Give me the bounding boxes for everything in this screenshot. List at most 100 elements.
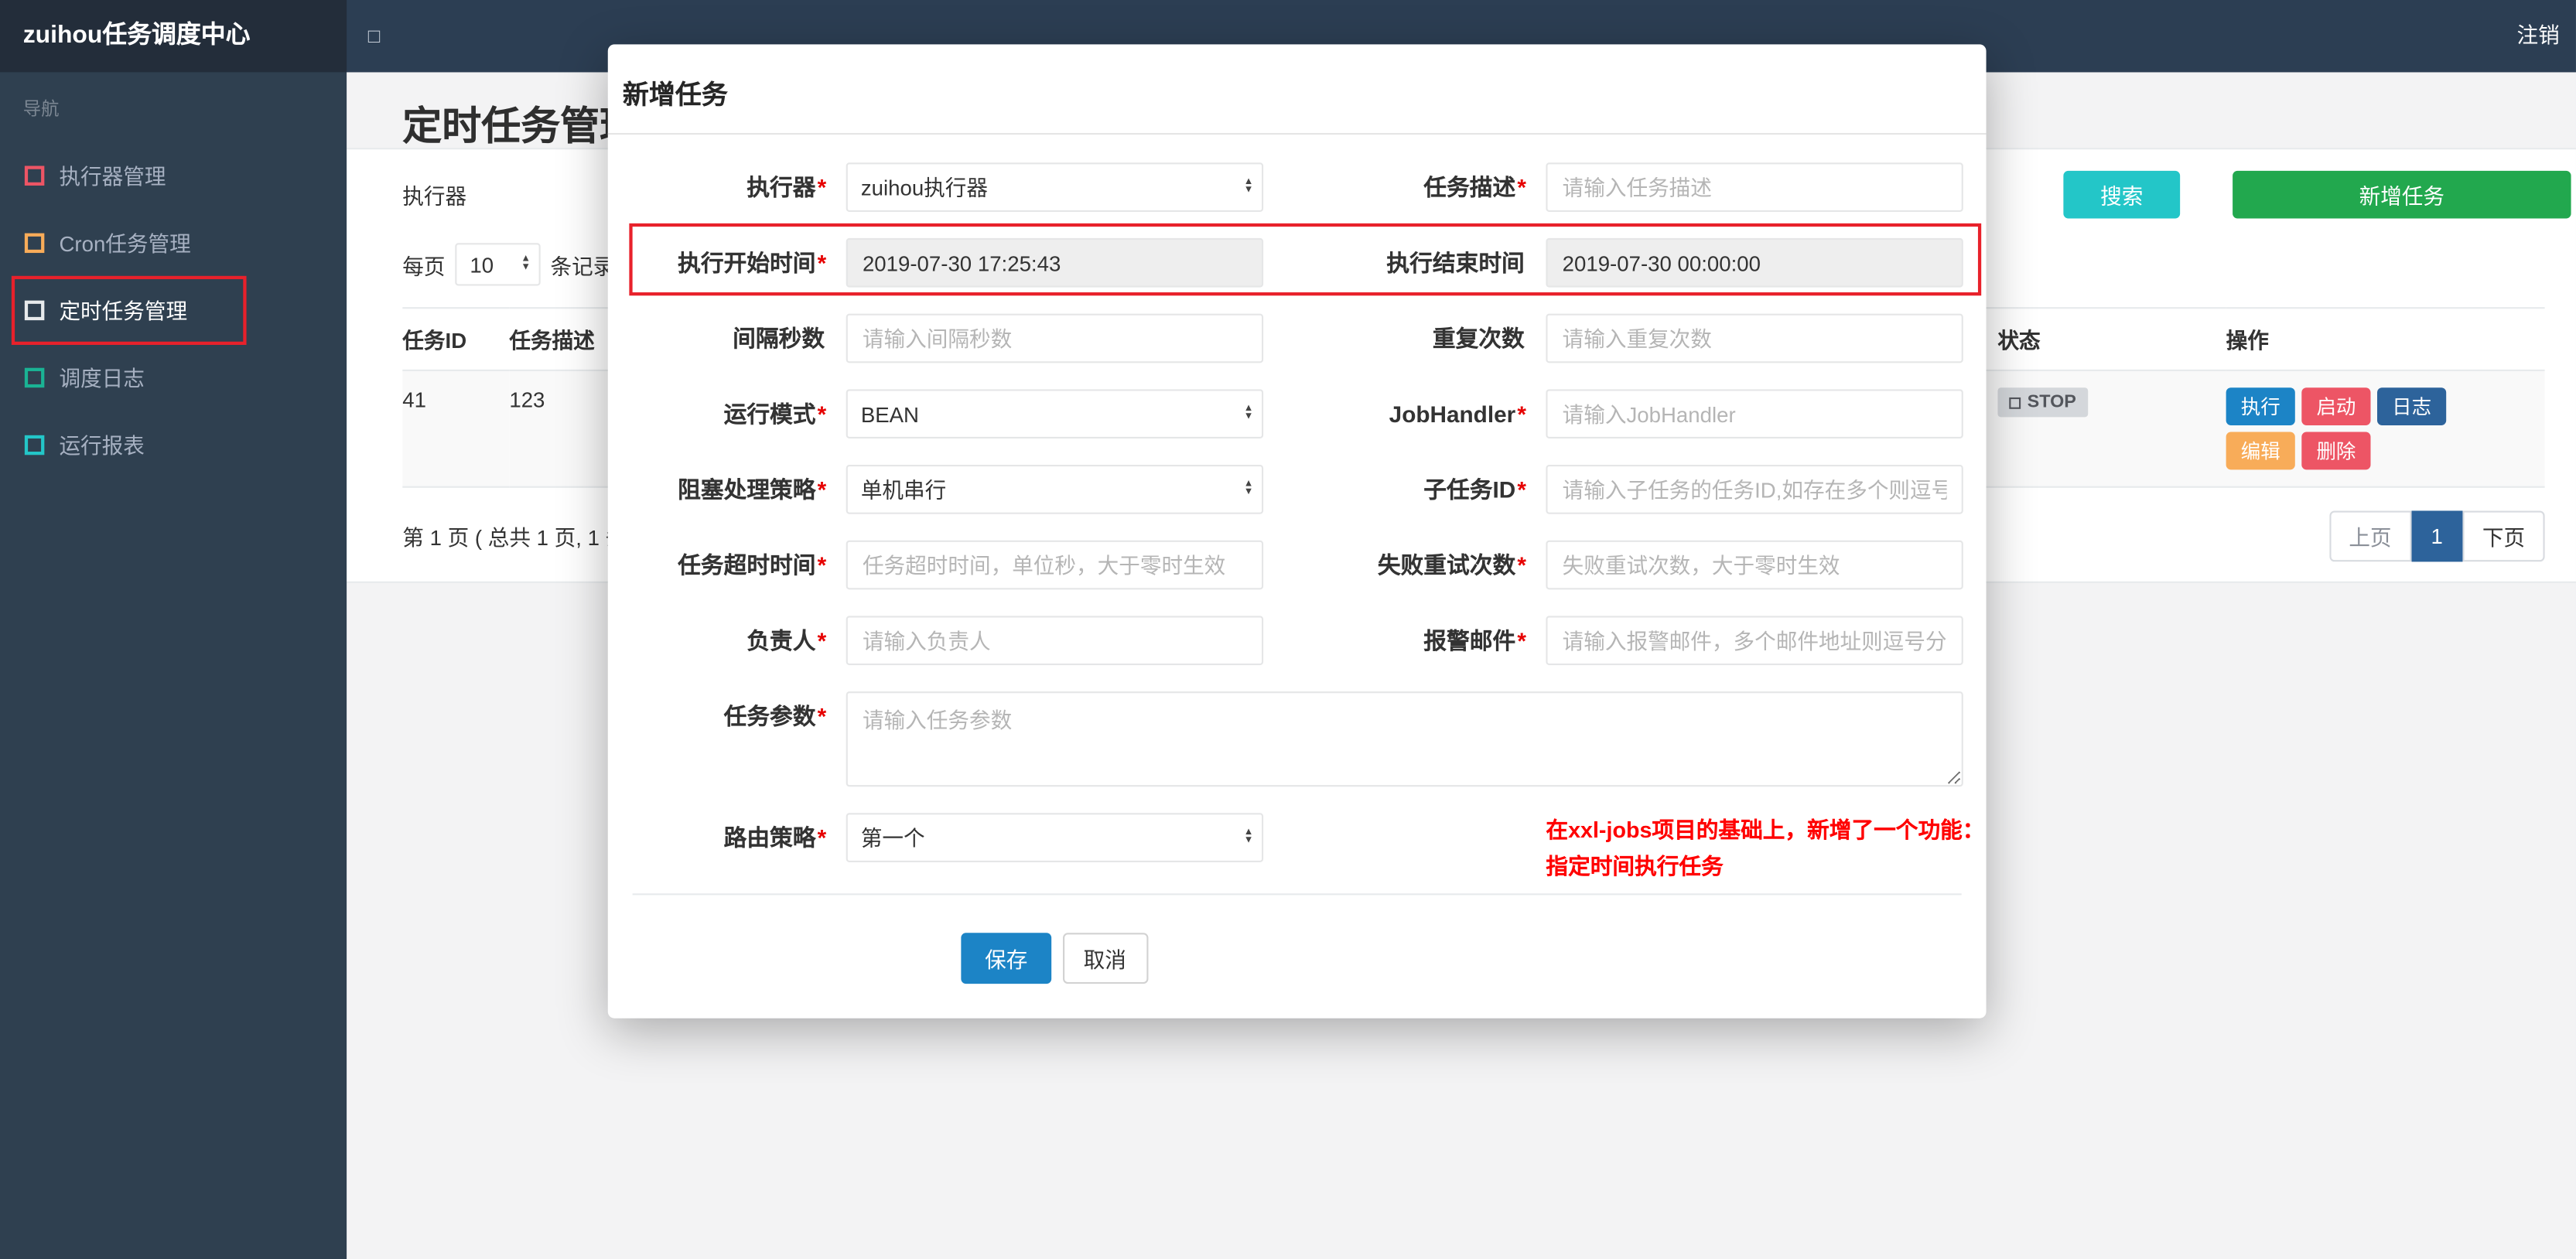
field-control <box>1546 465 1963 514</box>
form-row-run-mode: 运行模式 * BEAN ▲ ▼ JobHandler * <box>633 389 1963 439</box>
route-strategy-select[interactable]: 第一个 <box>846 813 1264 862</box>
save-button[interactable]: 保存 <box>962 933 1051 984</box>
label-text: 失败重试次数 <box>1377 551 1516 578</box>
start-time-input[interactable] <box>846 237 1264 288</box>
edit-button[interactable]: 编辑 <box>2226 432 2295 470</box>
form-row-executor: 执行器 * zuihou执行器 ▲ ▼ 任务描述 * <box>633 162 1963 212</box>
per-page-label: 每页 <box>402 254 446 278</box>
delete-button[interactable]: 删除 <box>2301 432 2371 470</box>
sidebar-item-dispatch-log[interactable]: 调度日志 <box>0 343 347 411</box>
run-mode-select[interactable]: BEAN <box>846 389 1264 439</box>
sidebar-item-cron-task-mgmt[interactable]: Cron任务管理 <box>0 209 347 276</box>
run-button[interactable]: 执行 <box>2226 387 2295 426</box>
field-control: 第一个 ▲ ▼ <box>846 813 1264 862</box>
label-text: 执行开始时间 <box>678 249 816 276</box>
square-icon <box>24 165 45 185</box>
log-button[interactable]: 日志 <box>2377 387 2447 426</box>
child-job-id-input[interactable] <box>1546 465 1963 514</box>
retry-count-input[interactable] <box>1546 540 1963 590</box>
per-page-suffix: 条记录 <box>550 254 615 278</box>
col-header-status: 状态 <box>1997 307 2226 371</box>
label-text: 任务参数 <box>723 702 816 729</box>
cancel-button[interactable]: 取消 <box>1061 933 1148 984</box>
route-strategy-select-wrap: 第一个 ▲ ▼ <box>846 813 1264 862</box>
square-icon <box>24 434 45 455</box>
end-time-label: 执行结束时间 <box>1263 238 1546 288</box>
sidebar-item-label: 定时任务管理 <box>59 299 188 324</box>
app-root: zuihou任务调度中心 □ 注销 导航 执行器管理 Cron任务管理 定时任务… <box>0 0 2576 1259</box>
route-strategy-label: 路由策略 * <box>633 813 846 862</box>
child-job-label: 子任务ID * <box>1263 465 1546 514</box>
form-row-interval: 间隔秒数 重复次数 <box>633 313 1963 363</box>
jobhandler-input[interactable] <box>1546 389 1963 439</box>
task-desc-input[interactable] <box>1546 162 1963 212</box>
add-task-modal: 新增任务 执行器* zuihou执行器 ▲▼ 任务描述* 执行开始时间 * <box>607 44 1987 1018</box>
search-button[interactable]: 搜索 <box>2063 170 2181 219</box>
square-icon <box>24 367 45 387</box>
required-star: * <box>817 627 827 654</box>
add-task-button[interactable]: 新增任务 <box>2233 170 2571 219</box>
repeat-label: 重复次数 <box>1263 314 1546 363</box>
stop-square-icon <box>2009 396 2021 408</box>
required-star: * <box>1517 476 1526 503</box>
repeat-count-input[interactable] <box>1546 313 1963 363</box>
field-control <box>1546 540 1963 590</box>
label-text: 阻塞处理策略 <box>678 476 816 503</box>
owner-input[interactable] <box>846 616 1264 666</box>
row-actions: 执行 启动 日志 编辑 删除 <box>2226 387 2489 470</box>
executor-select-wrap: zuihou执行器 ▲ ▼ <box>846 162 1264 212</box>
required-star: * <box>1517 401 1526 428</box>
field-control <box>846 313 1264 363</box>
interval-label: 间隔秒数 <box>633 314 846 363</box>
col-header-task-id: 任务ID <box>402 307 510 371</box>
timeout-input[interactable] <box>846 540 1264 590</box>
field-control <box>1546 389 1963 439</box>
owner-label: 负责人 * <box>633 616 846 665</box>
modal-divider <box>632 893 1962 896</box>
sidebar-nav: 执行器管理 Cron任务管理 定时任务管理 调度日志 运行报表 <box>0 142 347 478</box>
menu-collapse-icon[interactable]: □ <box>368 0 380 72</box>
field-control <box>1546 162 1963 212</box>
alarm-email-input[interactable] <box>1546 616 1963 666</box>
status-badge: STOP <box>1997 387 2088 418</box>
feature-note-line1: 在xxl-jobs项目的基础上，新增了一个功能： <box>1546 817 1985 843</box>
block-strategy-select[interactable]: 单机串行 <box>846 465 1264 514</box>
label-text: 任务超时时间 <box>678 551 816 578</box>
logout-link[interactable]: 注销 <box>2516 0 2559 72</box>
field-control <box>1546 616 1963 666</box>
executor-select[interactable]: zuihou执行器 <box>846 162 1264 212</box>
modal-footer-buttons: 保存 取消 <box>846 933 1263 984</box>
per-page-select[interactable]: 10 <box>455 243 541 286</box>
next-page-button[interactable]: 下页 <box>2462 510 2545 562</box>
field-control: BEAN ▲ ▼ <box>846 389 1264 439</box>
page-1-button[interactable]: 1 <box>2411 510 2463 562</box>
label-text: 路由策略 <box>723 824 816 851</box>
required-star: * <box>817 401 827 428</box>
sidebar-item-label: Cron任务管理 <box>59 231 191 257</box>
label-text: 报警邮件 <box>1423 627 1516 654</box>
prev-page-button[interactable]: 上页 <box>2328 510 2412 562</box>
sidebar-item-executor-mgmt[interactable]: 执行器管理 <box>0 142 347 209</box>
retry-label: 失败重试次数 * <box>1263 541 1546 590</box>
task-params-textarea[interactable] <box>846 691 1963 787</box>
required-star: * <box>817 702 827 729</box>
end-time-input[interactable] <box>1546 237 1963 288</box>
start-button[interactable]: 启动 <box>2301 387 2371 426</box>
field-control <box>846 237 1264 288</box>
modal-header: 新增任务 <box>607 44 1987 135</box>
block-strategy-label: 阻塞处理策略 * <box>633 465 846 514</box>
label-text: 子任务ID <box>1423 476 1516 503</box>
field-control <box>1546 313 1963 363</box>
form-row-route: 路由策略 * 第一个 ▲ ▼ 在xxl-jobs项目的基础上，新增了一个功能： 指定… <box>633 813 1985 885</box>
sidebar: 导航 执行器管理 Cron任务管理 定时任务管理 调度日志 运行报表 <box>0 72 347 1259</box>
interval-seconds-input[interactable] <box>846 313 1264 363</box>
alarm-email-label: 报警邮件 * <box>1263 616 1546 665</box>
form-row-block-strategy: 阻塞处理策略 * 单机串行 ▲ ▼ 子任务ID * <box>633 465 1963 514</box>
sidebar-item-scheduled-task-mgmt[interactable]: 定时任务管理 <box>0 276 347 343</box>
label-text: 重复次数 <box>1432 325 1525 352</box>
run-mode-label: 运行模式 * <box>633 389 846 438</box>
sidebar-item-run-report[interactable]: 运行报表 <box>0 411 347 478</box>
pagination-controls: 上页 1 下页 <box>2328 510 2545 562</box>
label-text: 任务描述 <box>1423 174 1516 201</box>
field-control: zuihou执行器 ▲ ▼ <box>846 162 1264 212</box>
